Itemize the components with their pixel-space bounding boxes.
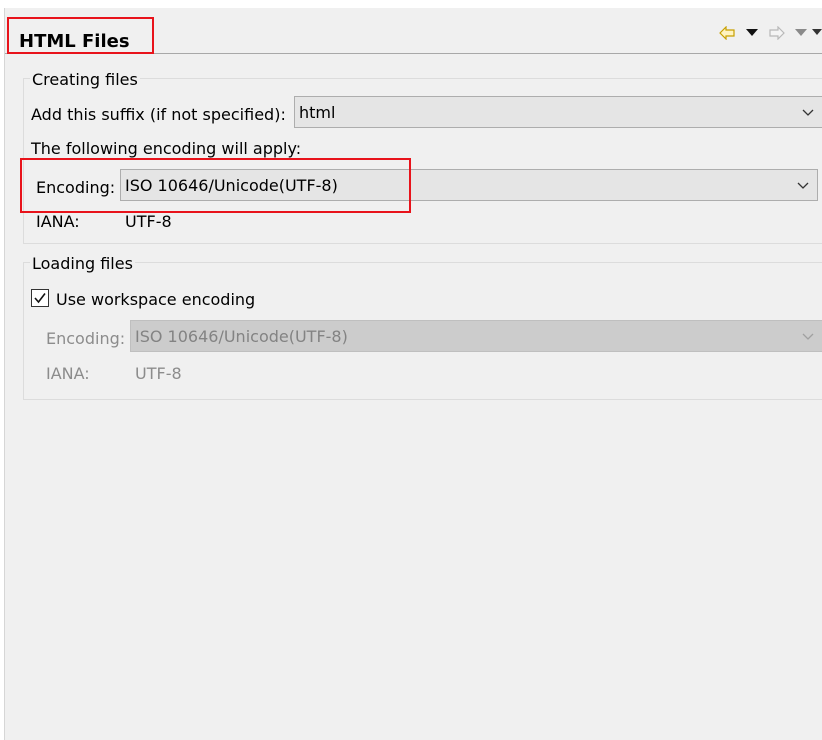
chevron-down-icon — [802, 109, 814, 116]
view-menu-button[interactable] — [811, 22, 822, 44]
loading-encoding-value: ISO 10646/Unicode(UTF-8) — [135, 327, 348, 346]
encoding-value: ISO 10646/Unicode(UTF-8) — [125, 176, 338, 195]
iana-value: UTF-8 — [125, 212, 172, 231]
checkmark-icon — [34, 293, 46, 304]
dropdown-triangle-icon — [795, 29, 807, 36]
chevron-down-icon — [802, 333, 814, 340]
forward-menu-button[interactable] — [791, 22, 811, 44]
title-separator — [5, 53, 822, 54]
suffix-combo[interactable]: html — [294, 96, 822, 128]
loading-iana-label: IANA: — [46, 364, 90, 383]
chevron-down-icon — [812, 29, 822, 35]
dropdown-triangle-icon — [746, 29, 758, 36]
workspace-encoding-checkbox[interactable] — [31, 289, 49, 307]
suffix-label: Add this suffix (if not specified): — [31, 105, 286, 124]
back-menu-button[interactable] — [742, 22, 762, 44]
forward-button[interactable] — [767, 22, 787, 44]
back-arrow-icon — [719, 26, 735, 40]
loading-files-legend: Loading files — [30, 254, 135, 274]
workspace-encoding-label[interactable]: Use workspace encoding — [56, 290, 255, 310]
iana-label: IANA: — [36, 212, 80, 231]
encoding-note: The following encoding will apply: — [31, 139, 302, 158]
loading-iana-value: UTF-8 — [135, 364, 182, 383]
loading-encoding-label: Encoding: — [46, 329, 126, 348]
forward-arrow-icon — [769, 26, 785, 40]
page-title: HTML Files — [19, 31, 130, 52]
loading-encoding-combo: ISO 10646/Unicode(UTF-8) — [130, 320, 822, 352]
encoding-label: Encoding: — [36, 178, 116, 197]
creating-files-legend: Creating files — [30, 70, 140, 90]
chevron-down-icon — [797, 182, 809, 189]
encoding-combo[interactable]: ISO 10646/Unicode(UTF-8) — [120, 169, 818, 201]
preference-page: HTML Files Creating files Add this suffi… — [4, 8, 822, 740]
back-button[interactable] — [717, 22, 737, 44]
suffix-value: html — [299, 103, 336, 122]
